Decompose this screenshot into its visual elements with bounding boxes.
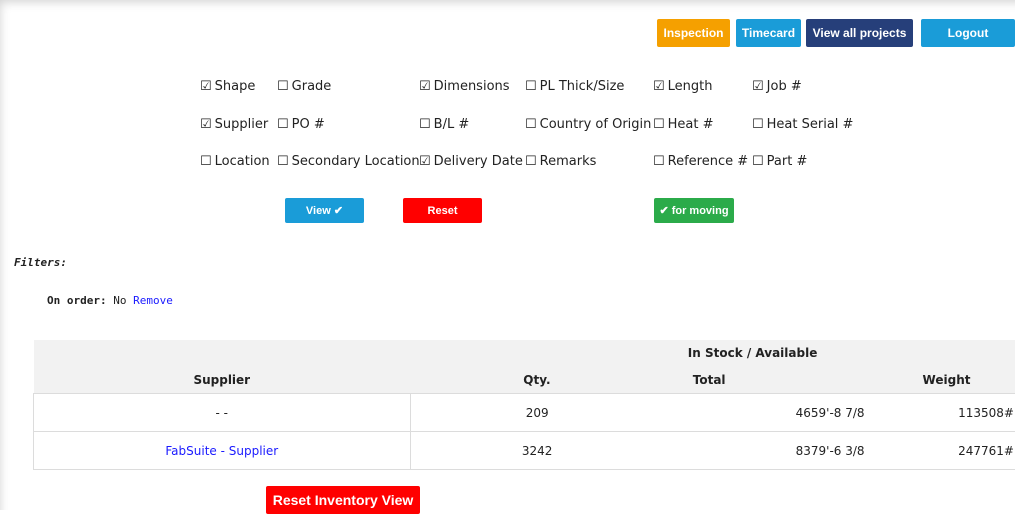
- logout-button[interactable]: Logout: [921, 19, 1015, 47]
- checkbox-secondary-location[interactable]: ☐Secondary Location: [277, 154, 420, 169]
- total-header: Total: [664, 366, 889, 394]
- supplier-cell: - -: [34, 394, 411, 432]
- weight-header: Weight: [889, 366, 1015, 394]
- checkbox-po[interactable]: ☐PO #: [277, 117, 325, 132]
- checkbox-icon[interactable]: ☐: [653, 154, 665, 169]
- checkbox-icon[interactable]: ☑: [200, 117, 212, 132]
- checkbox-icon[interactable]: ☐: [277, 117, 289, 132]
- checkbox-location[interactable]: ☐Location: [200, 154, 270, 169]
- table-group-header-row: In Stock / Available: [34, 340, 1015, 366]
- checkbox-icon[interactable]: ☐: [525, 154, 537, 169]
- checkbox-icon[interactable]: ☐: [525, 117, 537, 132]
- checkbox-job[interactable]: ☑Job #: [752, 79, 802, 94]
- filters-title: Filters:: [14, 256, 67, 269]
- checkbox-icon[interactable]: ☑: [653, 79, 665, 94]
- checkbox-icon[interactable]: ☐: [525, 79, 537, 94]
- qty-cell: 209: [410, 394, 664, 432]
- weight-cell: 247761#: [889, 432, 1015, 470]
- on-order-value: No: [113, 294, 126, 307]
- timecard-button[interactable]: Timecard: [736, 19, 801, 47]
- reset-button[interactable]: Reset: [403, 198, 482, 223]
- table-row: - - 209 4659'-8 7/8 113508#: [34, 394, 1015, 432]
- for-moving-button[interactable]: ✔ for moving: [654, 198, 734, 223]
- checkbox-icon[interactable]: ☐: [752, 117, 764, 132]
- in-stock-header: In Stock / Available: [664, 340, 1015, 366]
- remove-filter-link[interactable]: Remove: [133, 294, 173, 307]
- checkbox-icon[interactable]: ☐: [277, 154, 289, 169]
- checkbox-icon[interactable]: ☑: [752, 79, 764, 94]
- checkbox-grade[interactable]: ☐Grade: [277, 79, 331, 94]
- qty-header: Qty.: [410, 366, 664, 394]
- checkbox-heat-serial[interactable]: ☐Heat Serial #: [752, 117, 853, 132]
- checkbox-part[interactable]: ☐Part #: [752, 154, 807, 169]
- checkbox-shape[interactable]: ☑Shape: [200, 79, 255, 94]
- checkbox-icon[interactable]: ☐: [277, 79, 289, 94]
- on-order-filter: On order: No Remove: [47, 294, 173, 307]
- inventory-table: In Stock / Available Supplier Qty. Total…: [33, 340, 1015, 470]
- checkbox-bl[interactable]: ☐B/L #: [419, 117, 469, 132]
- checkbox-icon[interactable]: ☐: [752, 154, 764, 169]
- checkbox-remarks[interactable]: ☐Remarks: [525, 154, 596, 169]
- checkbox-pl-thick-size[interactable]: ☐PL Thick/Size: [525, 79, 624, 94]
- checkbox-length[interactable]: ☑Length: [653, 79, 713, 94]
- checkbox-icon[interactable]: ☑: [419, 154, 431, 169]
- total-cell: 8379'-6 3/8: [664, 432, 889, 470]
- checkbox-icon[interactable]: ☐: [653, 117, 665, 132]
- checkbox-icon[interactable]: ☐: [419, 117, 431, 132]
- inspection-button[interactable]: Inspection: [657, 19, 730, 47]
- checkbox-heat[interactable]: ☐Heat #: [653, 117, 714, 132]
- qty-cell: 3242: [410, 432, 664, 470]
- supplier-header: Supplier: [34, 366, 411, 394]
- checkbox-country-of-origin[interactable]: ☐Country of Origin: [525, 117, 651, 132]
- checkbox-dimensions[interactable]: ☑Dimensions: [419, 79, 510, 94]
- table-header-row: Supplier Qty. Total Weight: [34, 366, 1015, 394]
- checkbox-reference[interactable]: ☐Reference #: [653, 154, 748, 169]
- checkbox-supplier[interactable]: ☑Supplier: [200, 117, 268, 132]
- checkbox-delivery-date[interactable]: ☑Delivery Date: [419, 154, 523, 169]
- weight-cell: 113508#: [889, 394, 1015, 432]
- table-row: FabSuite - Supplier 3242 8379'-6 3/8 247…: [34, 432, 1015, 470]
- on-order-label: On order:: [47, 294, 107, 307]
- checkbox-icon[interactable]: ☐: [200, 154, 212, 169]
- view-all-projects-button[interactable]: View all projects: [806, 19, 913, 47]
- total-cell: 4659'-8 7/8: [664, 394, 889, 432]
- checkbox-icon[interactable]: ☑: [200, 79, 212, 94]
- checkbox-icon[interactable]: ☑: [419, 79, 431, 94]
- view-button[interactable]: View ✔: [285, 198, 364, 223]
- supplier-link[interactable]: FabSuite - Supplier: [34, 432, 411, 470]
